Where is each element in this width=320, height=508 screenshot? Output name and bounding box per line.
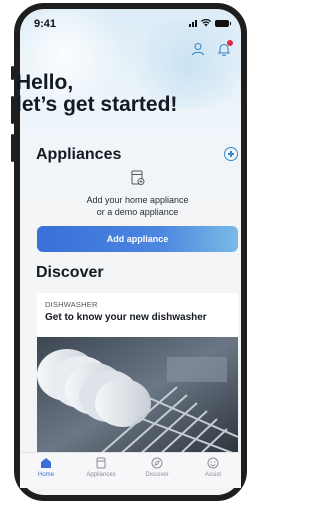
tab-label: Appliances [86,472,116,478]
tab-label: Discover [145,472,169,478]
add-appliance-button[interactable]: Add appliance [37,226,238,252]
tab-home[interactable]: Home [21,457,71,478]
tab-discover[interactable]: Discover [132,457,182,478]
tab-appliances[interactable]: Appliances [76,457,126,478]
add-icon[interactable] [224,147,238,161]
tab-assist[interactable]: Assist [188,457,238,478]
notifications-icon[interactable] [217,40,233,57]
compass-icon [151,457,163,469]
wifi-icon [201,19,211,27]
signal-icon [189,19,197,27]
greeting-line-1: Hello, [16,71,74,94]
status-time: 9:41 [34,18,57,30]
notification-badge [227,40,233,46]
tab-bar: Home Appliances Discover Assist [20,452,241,488]
appliances-title: Appliances [36,146,122,163]
side-button [11,134,14,162]
tab-label: Assist [204,472,221,478]
appliance-add-icon [131,170,145,185]
discover-title: Discover [36,264,104,281]
home-icon [41,458,51,468]
greeting: Hello, let’s get started! [16,72,177,116]
dishwasher-image [37,337,238,453]
battery-icon [215,19,231,27]
profile-icon[interactable] [191,42,205,56]
appliance-icon [96,457,106,469]
tab-label: Home [37,472,54,478]
discover-card[interactable]: DISHWASHER Get to know your new dishwash… [37,293,238,453]
appliances-empty-text: Add your home appliance or a demo applia… [86,195,189,217]
side-button [11,66,14,80]
card-title: Get to know your new dishwasher [45,312,207,323]
card-category: DISHWASHER [45,300,98,309]
greeting-line-2: let’s get started! [16,93,178,116]
side-button [11,96,14,124]
status-bar: 9:41 [20,9,241,35]
appliances-header: Appliances [36,146,238,164]
smiley-icon [207,457,219,469]
